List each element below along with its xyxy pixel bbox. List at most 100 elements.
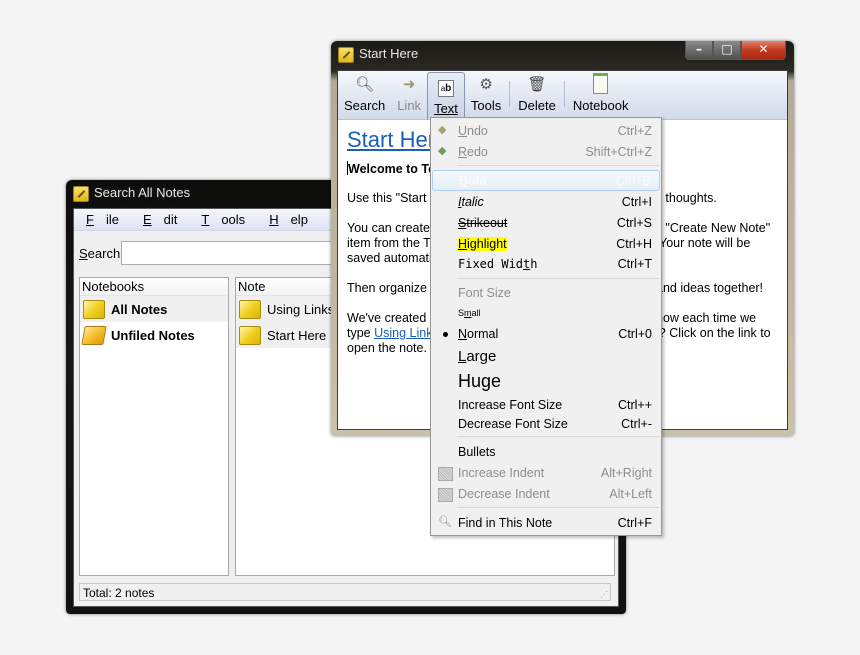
menu-item-label: Italic: [458, 195, 484, 209]
note-toolbar: 🔍︎ Search ➜ Link ab Text ⚙ Tools 🗑︎ Dele…: [338, 71, 787, 120]
menu-item-label: Highlight: [458, 237, 507, 251]
toolbar-separator: [563, 81, 565, 107]
menu-separator: [457, 278, 659, 279]
note-line-right: l? Click on the link to: [656, 326, 771, 340]
mnemonic: F: [86, 212, 94, 227]
toolbar-link-button[interactable]: ➜ Link: [391, 71, 427, 117]
menu-item-label: Find in This Note: [458, 516, 553, 530]
notebook-label: All Notes: [111, 301, 168, 317]
menu-file[interactable]: File: [74, 209, 131, 230]
menu-item-undo[interactable]: ◆ Undo Ctrl+Z: [432, 121, 660, 141]
note-line: Then organize t: [347, 281, 434, 295]
menu-item-accel: Ctrl+I: [621, 195, 652, 209]
menu-item-increase-font-size[interactable]: Increase Font Size Ctrl++: [432, 395, 660, 415]
note-line-right: d thoughts.: [655, 191, 717, 205]
tomboy-app-icon: [73, 186, 89, 202]
minimize-button[interactable]: –: [685, 41, 713, 60]
menu-item-find-in-note[interactable]: 🔍︎ Find in This Note Ctrl+F: [432, 513, 660, 533]
menu-item-accel: Ctrl+0: [618, 327, 652, 341]
menu-item-normal[interactable]: Normal Ctrl+0: [432, 324, 660, 344]
toolbar-tools-button[interactable]: ⚙ Tools: [465, 71, 507, 117]
menu-item-label: Bullets: [458, 445, 496, 459]
menu-separator: [457, 165, 659, 166]
menu-item-small[interactable]: Small: [432, 303, 660, 323]
menu-item-accel: Ctrl++: [617, 398, 652, 412]
window-controls: – □ ✕: [685, 41, 786, 61]
menu-tools[interactable]: Tools: [189, 209, 257, 230]
radio-checked-icon: [443, 332, 448, 337]
menu-item-highlight[interactable]: Highlight Ctrl+H: [432, 234, 660, 254]
menu-item-label: Small: [458, 308, 481, 318]
menu-item-redo[interactable]: ◆ Redo Shift+Ctrl+Z: [432, 142, 660, 162]
toolbar-label: Link: [397, 98, 422, 113]
status-bar: Total: 2 notes ⋰: [79, 583, 611, 601]
menu-item-decrease-indent[interactable]: Decrease Indent Alt+Left: [432, 484, 660, 504]
menu-item-label: Strikeout: [458, 216, 508, 230]
note-line-right: how each time we: [656, 311, 757, 325]
menu-item-bullets[interactable]: Bullets: [432, 442, 660, 462]
menu-item-huge[interactable]: Huge: [432, 370, 660, 394]
menu-item-strikeout[interactable]: Strikeout Ctrl+S: [432, 213, 660, 233]
toolbar-label: Tools: [470, 98, 502, 113]
notebook-item-unfiled-notes[interactable]: Unfiled Notes: [80, 322, 228, 348]
indent-icon: [438, 467, 453, 481]
menu-help[interactable]: Help: [257, 209, 320, 230]
notebook-icon: [593, 73, 609, 94]
menu-item-label: Bold: [459, 174, 487, 188]
note-text: type: [347, 326, 375, 340]
note-line-right: e "Create New Note": [655, 221, 771, 235]
find-icon: 🔍︎: [438, 516, 452, 528]
note-line: saved automatic: [347, 251, 439, 265]
note-line: type Using Links: [347, 326, 439, 341]
menu-item-italic[interactable]: Italic Ctrl+I: [432, 192, 660, 212]
notebook-label: Unfiled Notes: [111, 327, 195, 343]
menu-separator: [457, 436, 659, 437]
menu-item-increase-indent[interactable]: Increase Indent Alt+Right: [432, 463, 660, 483]
menu-item-label: Decrease Font Size: [458, 417, 568, 431]
close-button[interactable]: ✕: [741, 41, 786, 60]
text-format-menu: ◆ Undo Ctrl+Z ◆ Redo Shift+Ctrl+Z Bold C…: [430, 117, 662, 536]
menu-item-label: Increase Indent: [458, 466, 545, 480]
close-icon: ✕: [758, 42, 769, 56]
toolbar-search-button[interactable]: 🔍︎ Search: [338, 71, 391, 117]
toolbar-label: Delete: [518, 98, 556, 113]
menu-header-font-size: Font Size: [432, 283, 660, 303]
menu-item-label: Redo: [458, 145, 488, 159]
menu-item-large[interactable]: Large: [432, 346, 660, 368]
outdent-icon: [438, 488, 453, 502]
search-label: Search:: [79, 246, 124, 261]
notebook-item-all-notes[interactable]: All Notes: [80, 296, 228, 322]
menu-item-accel: Alt+Left: [609, 487, 652, 501]
magnifier-icon: 🔍︎: [355, 76, 375, 93]
note-line: Welcome to To: [347, 161, 436, 177]
menu-item-label: Decrease Indent: [458, 487, 550, 501]
resize-grip-icon[interactable]: ⋰: [600, 590, 608, 599]
menu-label: elp: [290, 212, 308, 227]
toolbar-notebook-button[interactable]: Notebook: [567, 71, 635, 117]
gears-icon: ⚙: [479, 76, 493, 93]
note-window-titlebar[interactable]: Start Here – □ ✕: [331, 41, 794, 69]
menu-item-label: Fixed Width: [458, 257, 538, 271]
toolbar-label: Notebook: [572, 98, 629, 113]
note-line: Use this "Start H: [347, 191, 439, 205]
toolbar-delete-button[interactable]: 🗑︎ Delete: [512, 71, 562, 117]
menu-item-accel: Alt+Right: [600, 466, 652, 480]
mnemonic: E: [142, 212, 152, 227]
note-line: We've created a: [347, 311, 437, 325]
menu-item-bold[interactable]: Bold Ctrl+B: [432, 170, 660, 191]
text-format-icon: ab: [437, 80, 454, 97]
maximize-button[interactable]: □: [713, 41, 741, 60]
link-icon: ➜: [402, 76, 416, 93]
notebooks-column-header[interactable]: Notebooks: [80, 278, 228, 296]
menu-item-accel: Ctrl+Z: [617, 124, 652, 138]
toolbar-separator: [509, 81, 511, 107]
menu-edit[interactable]: Edit: [131, 209, 189, 230]
menu-item-fixed-width[interactable]: Fixed Width Ctrl+T: [432, 254, 660, 274]
note-title: Start Here: [267, 327, 327, 343]
menu-item-label: Undo: [458, 124, 488, 138]
notebook-icon: [83, 299, 105, 319]
menu-item-decrease-font-size[interactable]: Decrease Font Size Ctrl+-: [432, 414, 660, 434]
menu-item-accel: Shift+Ctrl+Z: [585, 145, 652, 159]
redo-icon: ◆: [438, 145, 447, 157]
toolbar-text-button[interactable]: ab Text: [427, 72, 465, 120]
